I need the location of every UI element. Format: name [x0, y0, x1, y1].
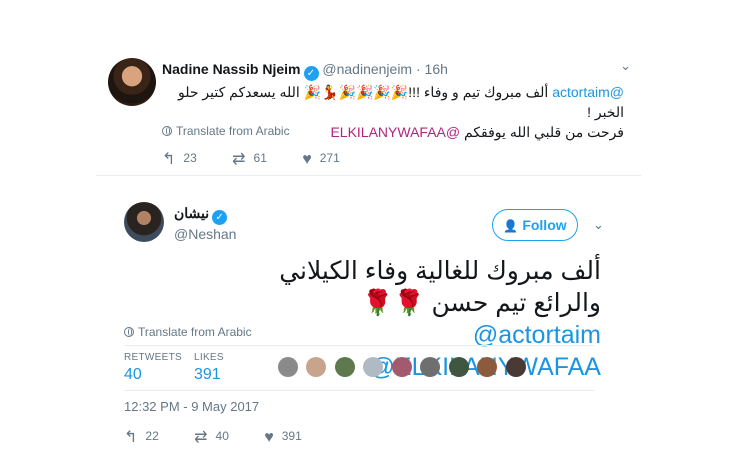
tweet-text-part: فرحت من قلبي الله يوفقكم — [460, 124, 624, 140]
reply-button[interactable]: ↰ 23 — [162, 149, 197, 169]
tweet-header: Nadine Nassib Njeim ✓ @nadinenjeim · 16h — [162, 61, 448, 81]
verified-badge-icon: ✓ — [303, 66, 319, 81]
tweet-actions: ↰ 23 ⇄ 61 ♥ 271 — [162, 149, 372, 169]
rose-emoji: 🌹🌹 — [362, 289, 425, 317]
follow-label: Follow — [522, 217, 567, 233]
liker-avatar[interactable] — [505, 357, 526, 377]
main-tweet: نيشان ✓ @Neshan 👤 Follow ⌄ ألف مبروك للغال… — [96, 177, 641, 450]
translate-link[interactable]: Translate from Arabic — [162, 124, 290, 138]
retweet-count: 61 — [253, 151, 267, 165]
retweets-value: 40 — [124, 366, 142, 383]
caret-down-icon[interactable]: ⌄ — [593, 217, 604, 233]
retweet-button[interactable]: ⇄ 40 — [194, 427, 229, 447]
tweet-timestamp[interactable]: 12:32 PM - 9 May 2017 — [124, 399, 259, 414]
like-count: 271 — [319, 151, 340, 165]
retweet-button[interactable]: ⇄ 61 — [232, 149, 267, 169]
follow-person-icon: 👤 — [503, 219, 519, 233]
liker-avatar[interactable] — [334, 357, 355, 377]
retweets-stat[interactable]: RETWEETS 40 — [124, 352, 182, 384]
heart-icon: ♥ — [302, 151, 312, 168]
reply-count: 22 — [145, 429, 159, 443]
mention-link[interactable]: @ELKILANYWAFAA — [330, 124, 460, 140]
retweet-icon: ⇄ — [194, 429, 208, 446]
reply-icon: ↰ — [124, 429, 138, 446]
liker-avatar[interactable] — [306, 357, 327, 377]
translate-label: Translate from Arabic — [138, 325, 252, 339]
avatar[interactable] — [124, 202, 164, 242]
reply-icon: ↰ — [162, 151, 176, 168]
liker-avatar[interactable] — [278, 357, 298, 377]
retweet-icon: ⇄ — [232, 151, 246, 168]
user-handle[interactable]: @Neshan — [174, 226, 236, 242]
retweets-label: RETWEETS — [124, 352, 182, 363]
like-count: 391 — [281, 429, 302, 443]
liker-avatar[interactable] — [363, 357, 384, 377]
heart-icon: ♥ — [264, 429, 274, 446]
like-button[interactable]: ♥ 271 — [302, 151, 340, 169]
avatar[interactable] — [108, 58, 156, 106]
follow-button[interactable]: 👤 Follow — [492, 209, 578, 241]
reply-button[interactable]: ↰ 22 — [124, 427, 159, 447]
verified-badge-icon: ✓ — [212, 210, 228, 225]
like-button[interactable]: ♥ 391 — [264, 429, 302, 447]
retweet-count: 40 — [215, 429, 229, 443]
tweet-actions: ↰ 22 ⇄ 40 ♥ 391 — [124, 427, 334, 447]
liker-avatar[interactable] — [420, 357, 441, 377]
translate-link[interactable]: Translate from Arabic — [124, 325, 252, 339]
tweet-text-part: ألف مبروك للغالية وفاء الكيلاني والرائع … — [279, 257, 601, 317]
quoted-tweet[interactable]: Nadine Nassib Njeim ✓ @nadinenjeim · 16h … — [96, 48, 641, 176]
tweet-header: نيشان ✓ — [174, 205, 228, 225]
tweet-stats: RETWEETS 40 LIKES 391 — [124, 345, 594, 391]
likes-value: 391 — [194, 366, 221, 383]
globe-icon — [162, 126, 172, 136]
user-handle[interactable]: @nadinenjeim — [322, 61, 412, 77]
display-name[interactable]: Nadine Nassib Njeim — [162, 61, 301, 77]
globe-icon — [124, 327, 134, 337]
likes-label: LIKES — [194, 352, 224, 363]
reply-count: 23 — [183, 151, 197, 165]
liker-avatar[interactable] — [448, 357, 469, 377]
caret-down-icon[interactable]: ⌄ — [620, 58, 631, 74]
liker-avatars — [278, 357, 530, 382]
likes-stat[interactable]: LIKES 391 — [194, 352, 224, 384]
liker-avatar[interactable] — [391, 357, 412, 377]
display-name[interactable]: نيشان — [174, 205, 209, 221]
tweet-time[interactable]: · 16h — [416, 61, 448, 77]
liker-avatar[interactable] — [477, 357, 498, 377]
mention-link[interactable]: @actortaim — [552, 84, 624, 100]
translate-label: Translate from Arabic — [176, 124, 290, 138]
